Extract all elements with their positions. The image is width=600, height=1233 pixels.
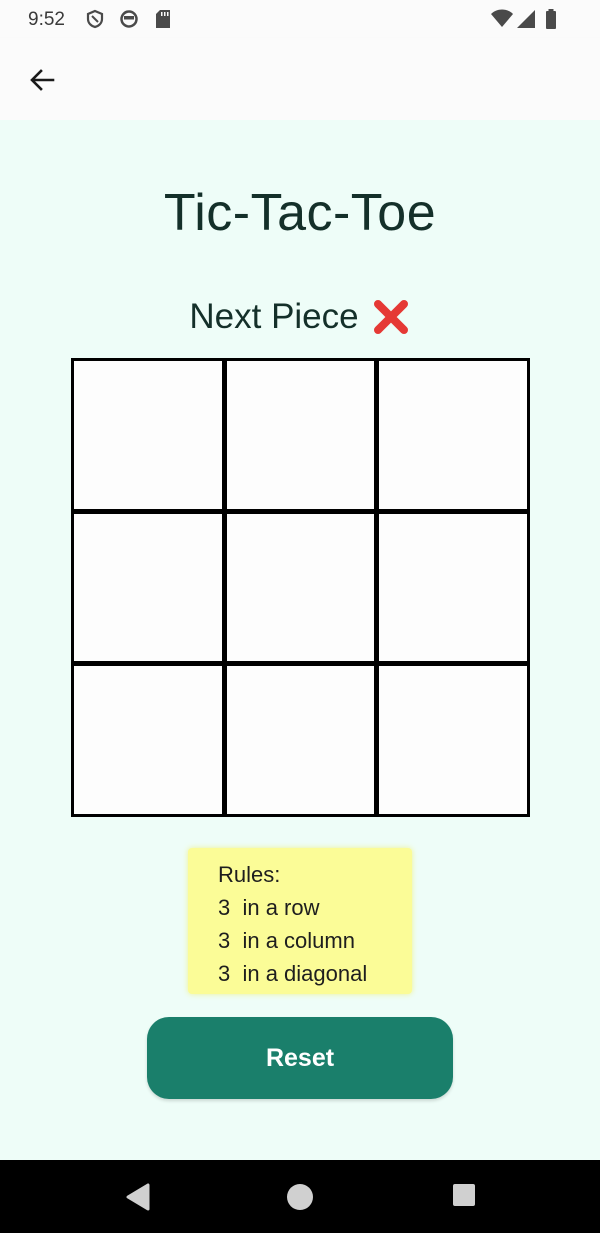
vpn-circle-icon [120, 10, 138, 28]
board-cell-7[interactable] [74, 666, 222, 814]
game-screen: Tic-Tac-Toe Next Piece Rules: 3 in a row… [0, 120, 600, 1160]
home-circle-icon[interactable] [285, 1182, 315, 1212]
rule-row: 3 in a row [218, 895, 320, 920]
next-piece-label: Next Piece [189, 297, 359, 336]
board-cell-1[interactable] [74, 361, 222, 509]
back-button[interactable] [22, 60, 62, 100]
board-cell-2[interactable] [226, 361, 375, 509]
rule-diagonal: 3 in a diagonal [218, 961, 368, 986]
red-x-icon [373, 300, 408, 334]
status-time: 9:52 [28, 9, 65, 30]
board-cell-4[interactable] [74, 513, 222, 662]
board-cell-8[interactable] [226, 666, 375, 814]
recents-square-icon[interactable] [452, 1182, 476, 1208]
board-cell-9[interactable] [379, 666, 527, 814]
system-nav-bar [0, 1160, 600, 1233]
rules-heading: Rules: [218, 862, 281, 887]
signal-icon [517, 10, 535, 28]
next-piece-indicator: Next Piece [0, 297, 600, 337]
reset-button[interactable]: Reset [147, 1017, 453, 1099]
page-title: Tic-Tac-Toe [163, 184, 437, 242]
status-bar: 9:52 [0, 0, 600, 38]
app-bar [0, 38, 600, 120]
game-board [71, 358, 530, 817]
board-cell-5[interactable] [226, 513, 375, 662]
back-triangle-icon[interactable] [124, 1182, 152, 1212]
sd-card-icon [156, 10, 170, 28]
board-cell-6[interactable] [379, 513, 527, 662]
battery-icon [546, 9, 556, 29]
shield-icon [86, 9, 104, 29]
board-cell-3[interactable] [379, 361, 527, 509]
wifi-icon [491, 9, 513, 27]
rules-box: Rules: 3 in a row 3 in a column 3 in a d… [188, 848, 412, 994]
rule-column: 3 in a column [218, 928, 355, 953]
arrow-back-icon [30, 69, 55, 91]
